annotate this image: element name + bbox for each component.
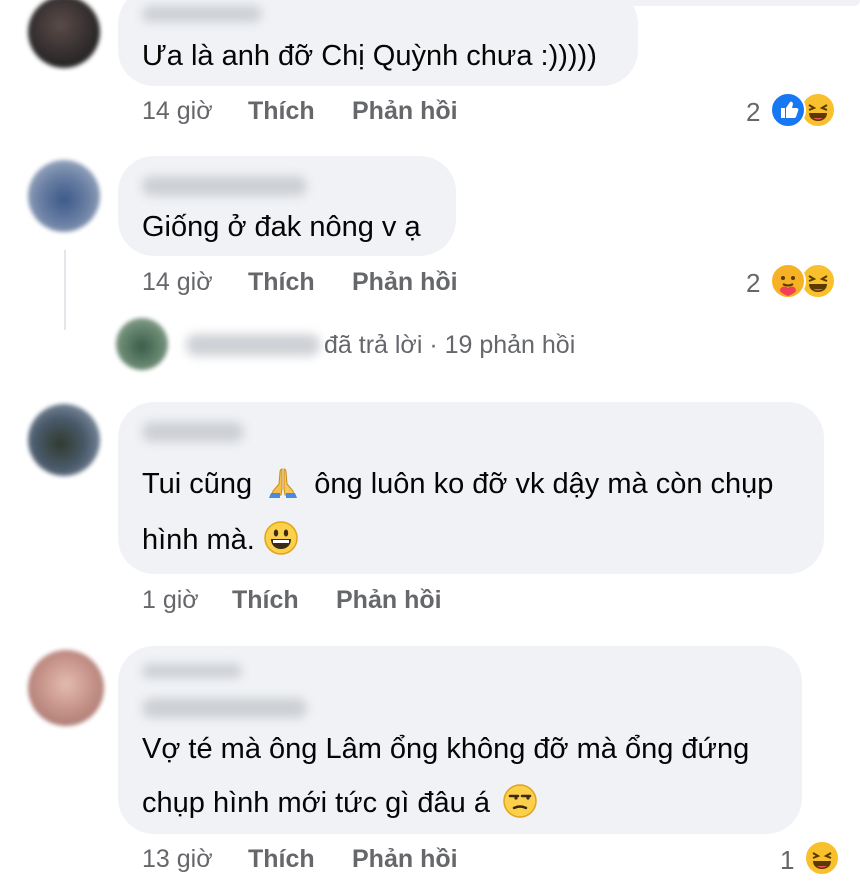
comment-text-line1: Vợ té mà ông Lâm ổng không đỡ mà ổng đứn… [142, 733, 750, 765]
avatar[interactable] [28, 404, 100, 476]
comment-time[interactable]: 13 giờ [142, 845, 213, 874]
comment-time[interactable]: 14 giờ [142, 268, 213, 297]
like-button[interactable]: Thích [248, 845, 315, 874]
avatar[interactable] [28, 650, 104, 726]
comment-time[interactable]: 14 giờ [142, 97, 213, 126]
comment-text-part1: Tui cũng [142, 468, 253, 500]
reaction-count[interactable]: 2 [746, 97, 760, 128]
reaction-count[interactable]: 1 [780, 845, 794, 876]
grinning-face-icon [263, 520, 299, 556]
unamused-face-icon [502, 783, 538, 819]
comment-text-line2-text: hình mà. [142, 524, 255, 556]
commenter-name[interactable] [142, 664, 242, 678]
care-reaction-icon[interactable] [770, 263, 806, 299]
replier-avatar[interactable] [116, 318, 168, 370]
commenter-name[interactable] [142, 6, 262, 22]
commenter-name-line2[interactable] [142, 698, 307, 718]
commenter-name[interactable] [142, 176, 307, 196]
like-reaction-icon[interactable] [770, 92, 806, 128]
comment-text-line2-text: chụp hình mới tức gì đâu á [142, 787, 490, 819]
comment-text: Giống ở đak nông v ạ [142, 211, 421, 243]
comment-time[interactable]: 1 giờ [142, 586, 199, 615]
comment-text-line1: Tui cũng ông luôn ko đỡ vk dậy mà còn ch… [142, 461, 773, 507]
reply-button[interactable]: Phản hồi [352, 97, 458, 126]
reaction-count[interactable]: 2 [746, 268, 760, 299]
folded-hands-icon [264, 463, 302, 501]
commenter-name[interactable] [142, 422, 244, 442]
thread-line [64, 250, 66, 330]
comment-text-line2: hình mà. [142, 517, 299, 563]
avatar[interactable] [28, 0, 100, 68]
comment-text-line2: chụp hình mới tức gì đâu á [142, 780, 538, 826]
reply-button[interactable]: Phản hồi [352, 268, 458, 297]
reply-button[interactable]: Phản hồi [336, 586, 442, 615]
comment-text-part2: ông luôn ko đỡ vk dậy mà còn chụp [314, 468, 774, 500]
replier-name[interactable] [186, 334, 320, 356]
reply-button[interactable]: Phản hồi [352, 845, 458, 874]
replies-summary-link[interactable]: đã trả lời · 19 phản hồi [324, 331, 575, 360]
haha-reaction-icon[interactable] [804, 840, 840, 876]
comment-text: Ưa là anh đỡ Chị Quỳnh chưa :))))) [142, 40, 597, 72]
avatar[interactable] [28, 160, 100, 232]
like-button[interactable]: Thích [248, 97, 315, 126]
like-button[interactable]: Thích [232, 586, 299, 615]
like-button[interactable]: Thích [248, 268, 315, 297]
